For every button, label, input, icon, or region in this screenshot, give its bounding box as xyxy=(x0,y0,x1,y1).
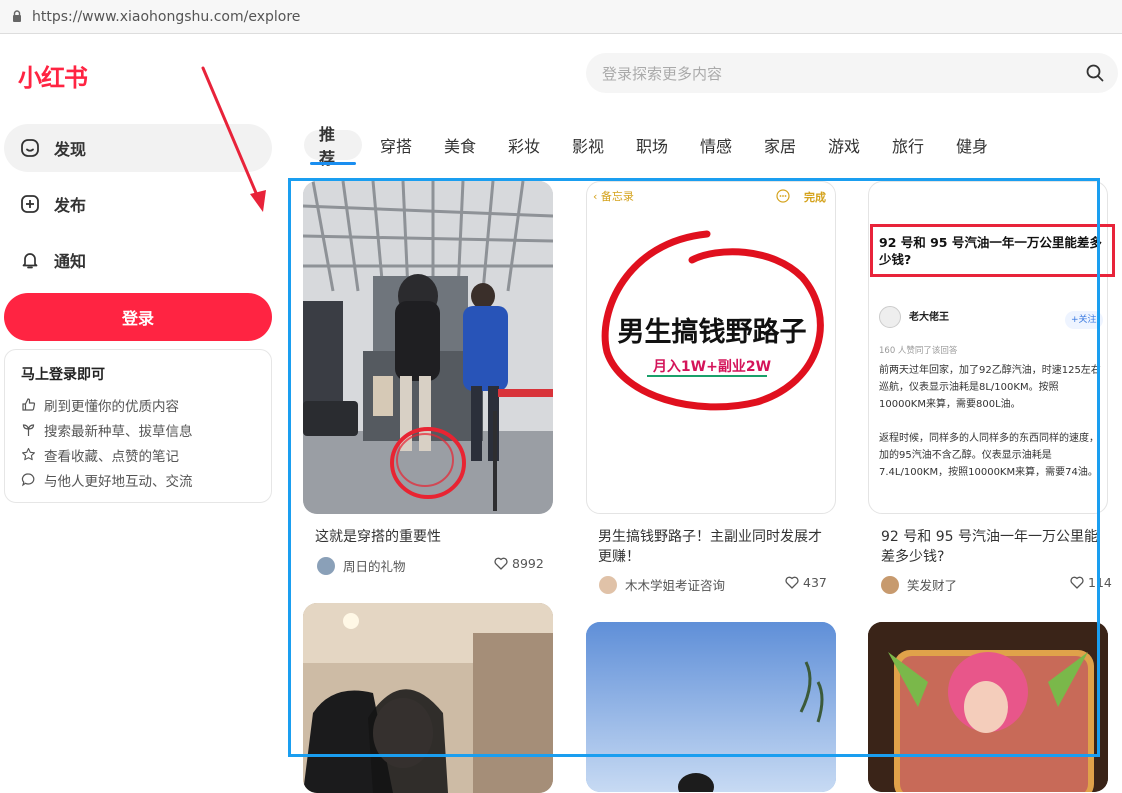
lock-icon xyxy=(13,10,21,22)
like-button[interactable]: 8992 xyxy=(494,556,544,571)
heart-icon xyxy=(785,576,799,589)
note-cover-image[interactable] xyxy=(303,181,553,514)
sidebar-item-label: 发布 xyxy=(54,196,87,215)
promo-text: 刷到更懂你的优质内容 xyxy=(44,398,179,415)
address-bar[interactable]: https://www.xiaohongshu.com/explore xyxy=(0,0,1122,34)
note-author[interactable]: 笑发财了 xyxy=(881,575,957,594)
search-placeholder: 登录探索更多内容 xyxy=(602,64,723,83)
cover-memo-back: ‹ 备忘录 xyxy=(593,188,634,204)
tab-outfit[interactable]: 穿搭 xyxy=(364,130,428,160)
cover-follow-badge: +关注 xyxy=(1065,311,1103,329)
like-button[interactable]: 437 xyxy=(785,575,827,590)
avatar xyxy=(599,575,617,594)
sidebar-item-label: 发现 xyxy=(54,140,87,159)
avatar xyxy=(317,556,335,575)
like-count: 114 xyxy=(1088,575,1112,590)
category-tabs: 推荐 穿搭 美食 彩妆 影视 职场 情感 家居 游戏 旅行 健身 xyxy=(304,125,1004,168)
bell-icon xyxy=(22,253,38,269)
login-button[interactable]: 登录 xyxy=(4,293,272,341)
tab-home[interactable]: 家居 xyxy=(748,130,812,160)
sprout-icon xyxy=(22,424,35,436)
note-title[interactable]: 这就是穿搭的重要性 xyxy=(315,527,545,547)
home-icon xyxy=(21,139,39,157)
heart-icon xyxy=(1070,576,1084,589)
room-photo xyxy=(303,603,553,793)
promo-text: 与他人更好地互动、交流 xyxy=(44,473,193,490)
tab-food[interactable]: 美食 xyxy=(428,130,492,160)
cover-subline: 月入1W+副业2W xyxy=(652,359,772,375)
heart-icon xyxy=(494,557,508,570)
note-author[interactable]: 周日的礼物 xyxy=(317,556,406,575)
tab-games[interactable]: 游戏 xyxy=(812,130,876,160)
cover-para-1: 前两天过年回家，加了92乙醇汽油，时速125左右巡航，仪表显示油耗是8L/100… xyxy=(879,365,1101,410)
note-cover-image[interactable]: ‹ 备忘录 完成 男生搞钱野路子 月入1W+副业2W xyxy=(586,181,836,514)
tab-fitness[interactable]: 健身 xyxy=(940,130,1004,160)
note-cover-image[interactable] xyxy=(303,603,553,793)
note-cover-image[interactable] xyxy=(868,622,1108,792)
avatar xyxy=(879,306,901,328)
tab-film[interactable]: 影视 xyxy=(556,130,620,160)
like-button[interactable]: 114 xyxy=(1070,575,1112,590)
cover-para-2: 返程时候，同样多的人同样多的东西同样的速度，加的95汽油不含乙醇。仪表显示油耗是… xyxy=(879,433,1099,478)
plus-square-icon xyxy=(21,195,39,213)
cover-underline xyxy=(647,375,767,377)
cover-headline: 男生搞钱野路子 xyxy=(617,317,807,348)
like-count: 437 xyxy=(803,575,827,590)
cover-done-label: 完成 xyxy=(804,191,826,204)
note-cover-image[interactable] xyxy=(586,622,836,792)
tab-makeup[interactable]: 彩妆 xyxy=(492,130,556,160)
chat-icon xyxy=(21,473,35,487)
promo-row: 与他人更好地互动、交流 xyxy=(21,467,255,492)
author-name: 木木学姐考证咨询 xyxy=(625,578,726,593)
annotation-box xyxy=(870,224,1115,277)
tab-career[interactable]: 职场 xyxy=(620,130,684,160)
tab-recommend[interactable]: 推荐 xyxy=(304,125,362,168)
sidebar-item-label: 通知 xyxy=(54,252,87,271)
cover-memo-label: 备忘录 xyxy=(600,190,634,203)
promo-text: 搜索最新种草、拔草信息 xyxy=(44,423,193,440)
chevron-left-icon: ‹ xyxy=(593,190,598,203)
note-author[interactable]: 木木学姐考证咨询 xyxy=(599,575,725,594)
annotation-arrow xyxy=(201,66,266,212)
url-text: https://www.xiaohongshu.com/explore xyxy=(32,8,301,25)
search-input[interactable]: 登录探索更多内容 xyxy=(586,53,1118,93)
promo-row: 搜索最新种草、拔草信息 xyxy=(21,417,255,442)
like-count: 8992 xyxy=(512,556,544,571)
promo-row: 查看收藏、点赞的笔记 xyxy=(21,442,255,467)
game-art xyxy=(868,622,1108,792)
note-title[interactable]: 男生搞钱野路子！主副业同时发展才更赚！ xyxy=(598,527,828,567)
login-promo-panel: 马上登录即可 刷到更懂你的优质内容 搜索最新种草、拔草信息 查看收藏、点赞的笔记… xyxy=(4,349,272,503)
avatar xyxy=(881,575,899,594)
tab-emotion[interactable]: 情感 xyxy=(684,130,748,160)
sky-photo xyxy=(586,622,836,792)
tab-travel[interactable]: 旅行 xyxy=(876,130,940,160)
cover-meta: 160 人赞同了该回答 xyxy=(879,346,958,356)
thumb-icon xyxy=(22,398,36,411)
promo-row: 刷到更懂你的优质内容 xyxy=(21,392,255,417)
more-icon xyxy=(776,189,790,203)
author-name: 周日的礼物 xyxy=(343,559,406,574)
search-icon[interactable] xyxy=(1086,64,1104,82)
promo-text: 查看收藏、点赞的笔记 xyxy=(44,448,179,465)
logo[interactable]: 小红书 xyxy=(18,58,88,93)
cover-answer-author: 老大佬王 xyxy=(909,312,949,323)
note-title[interactable]: 92 号和 95 号汽油一年一万公里能差多少钱? xyxy=(881,527,1103,567)
promo-title: 马上登录即可 xyxy=(21,367,105,383)
star-icon xyxy=(22,447,35,461)
sidebar-item-notifications[interactable]: 通知 xyxy=(4,236,272,284)
airport-photo xyxy=(303,181,553,514)
author-name: 笑发财了 xyxy=(907,578,958,593)
